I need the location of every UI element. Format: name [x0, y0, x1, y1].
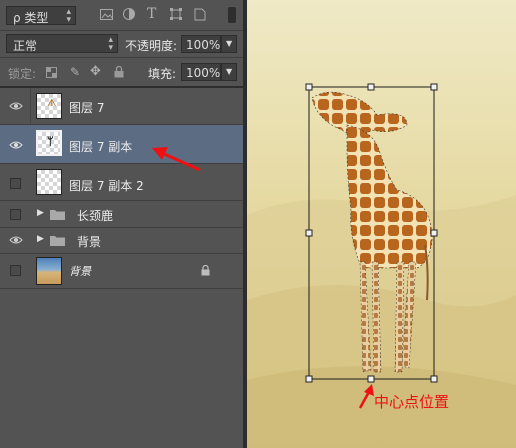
lock-icon	[201, 265, 210, 276]
eye-visibility-icon[interactable]	[9, 235, 23, 245]
transform-bounding-box[interactable]	[247, 0, 516, 448]
chevron-updown-icon: ▴ ▾	[108, 35, 113, 53]
lock-row: 锁定: ✎ ✥ 填充: 100% ▼	[0, 58, 243, 86]
blend-mode-value: 正常	[13, 39, 38, 53]
fill-value: 100%	[186, 66, 221, 80]
filter-toggle[interactable]	[228, 7, 236, 23]
layer-row[interactable]: 图层 7 副本 2	[0, 164, 243, 200]
opacity-input[interactable]: 100%	[181, 35, 221, 53]
lock-label: 锁定:	[8, 67, 37, 81]
type-filter-icon[interactable]: T	[147, 7, 156, 21]
chevron-down-icon: ▼	[226, 39, 233, 48]
eye-visibility-icon[interactable]	[9, 101, 23, 111]
fill-label: 填充:	[148, 67, 177, 81]
blend-mode-select[interactable]: 正常 ▴ ▾	[6, 34, 118, 53]
layer-thumbnail	[36, 257, 62, 285]
folder-icon	[50, 236, 65, 246]
shape-filter-icon[interactable]	[170, 8, 182, 20]
expand-arrow-icon[interactable]: ▶	[37, 208, 44, 218]
transform-handle	[430, 83, 438, 91]
opacity-dropdown-button[interactable]: ▼	[221, 35, 237, 53]
opacity-value: 100%	[186, 38, 221, 52]
transform-handle	[305, 229, 313, 237]
transform-handle	[367, 83, 375, 91]
layer-name: 背景	[69, 265, 91, 278]
fill-dropdown-button[interactable]: ▼	[221, 63, 237, 81]
visibility-toggle[interactable]	[10, 209, 21, 220]
layer-name: 图层 7 副本 2	[69, 179, 144, 193]
layer-thumbnail: ᛘ	[36, 130, 62, 156]
fill-input[interactable]: 100%	[181, 63, 221, 81]
filter-kind-label: ρ 类型	[13, 11, 49, 25]
center-point-annotation: 中心点位置	[374, 393, 450, 411]
filter-kind-select[interactable]: ρ 类型 ▴ ▾	[6, 6, 76, 25]
chevron-down-icon: ▼	[226, 67, 233, 76]
image-filter-icon[interactable]	[100, 9, 113, 20]
lock-all-icon[interactable]	[114, 66, 124, 78]
layer-name: 图层 7	[69, 101, 105, 115]
eye-visibility-icon[interactable]	[9, 140, 23, 150]
layer-thumbnail	[36, 169, 62, 195]
adjustment-filter-icon[interactable]	[123, 8, 135, 20]
transform-handle	[305, 83, 313, 91]
transform-handle	[430, 375, 438, 383]
background-layer-row[interactable]: 背景	[0, 254, 243, 288]
lock-image-pixels-icon[interactable]: ✎	[70, 66, 80, 78]
layer-row[interactable]: ᗑ 图层 7	[0, 88, 243, 124]
transform-handle	[367, 375, 375, 383]
group-row[interactable]: ▶ 长颈鹿	[0, 201, 243, 227]
layer-thumbnail: ᗑ	[36, 93, 62, 119]
expand-arrow-icon[interactable]: ▶	[37, 234, 44, 244]
visibility-toggle[interactable]	[10, 265, 21, 276]
transform-handle	[305, 375, 313, 383]
document-canvas[interactable]	[247, 0, 516, 448]
lock-position-icon[interactable]: ✥	[90, 65, 101, 78]
chevron-updown-icon: ▴ ▾	[66, 7, 71, 25]
filter-row: ρ 类型 ▴ ▾ T	[0, 0, 243, 30]
transform-handle	[430, 229, 438, 237]
lock-transparent-pixels-icon[interactable]	[46, 67, 57, 78]
smart-object-filter-icon[interactable]	[194, 8, 206, 21]
blend-row: 正常 ▴ ▾ 不透明度: 100% ▼	[0, 31, 243, 57]
folder-icon	[50, 210, 65, 220]
opacity-label: 不透明度:	[125, 39, 178, 53]
layer-name: 图层 7 副本	[69, 140, 133, 154]
layers-panel: ρ 类型 ▴ ▾ T 正常 ▴ ▾ 不透明度: 100% ▼ 锁定: ✎ ✥ 填充:	[0, 0, 243, 448]
group-name: 背景	[77, 235, 102, 249]
group-row[interactable]: ▶ 背景	[0, 228, 243, 253]
group-name: 长颈鹿	[77, 209, 114, 223]
visibility-toggle[interactable]	[10, 178, 21, 189]
layer-row-selected[interactable]: ᛘ 图层 7 副本	[0, 125, 243, 163]
